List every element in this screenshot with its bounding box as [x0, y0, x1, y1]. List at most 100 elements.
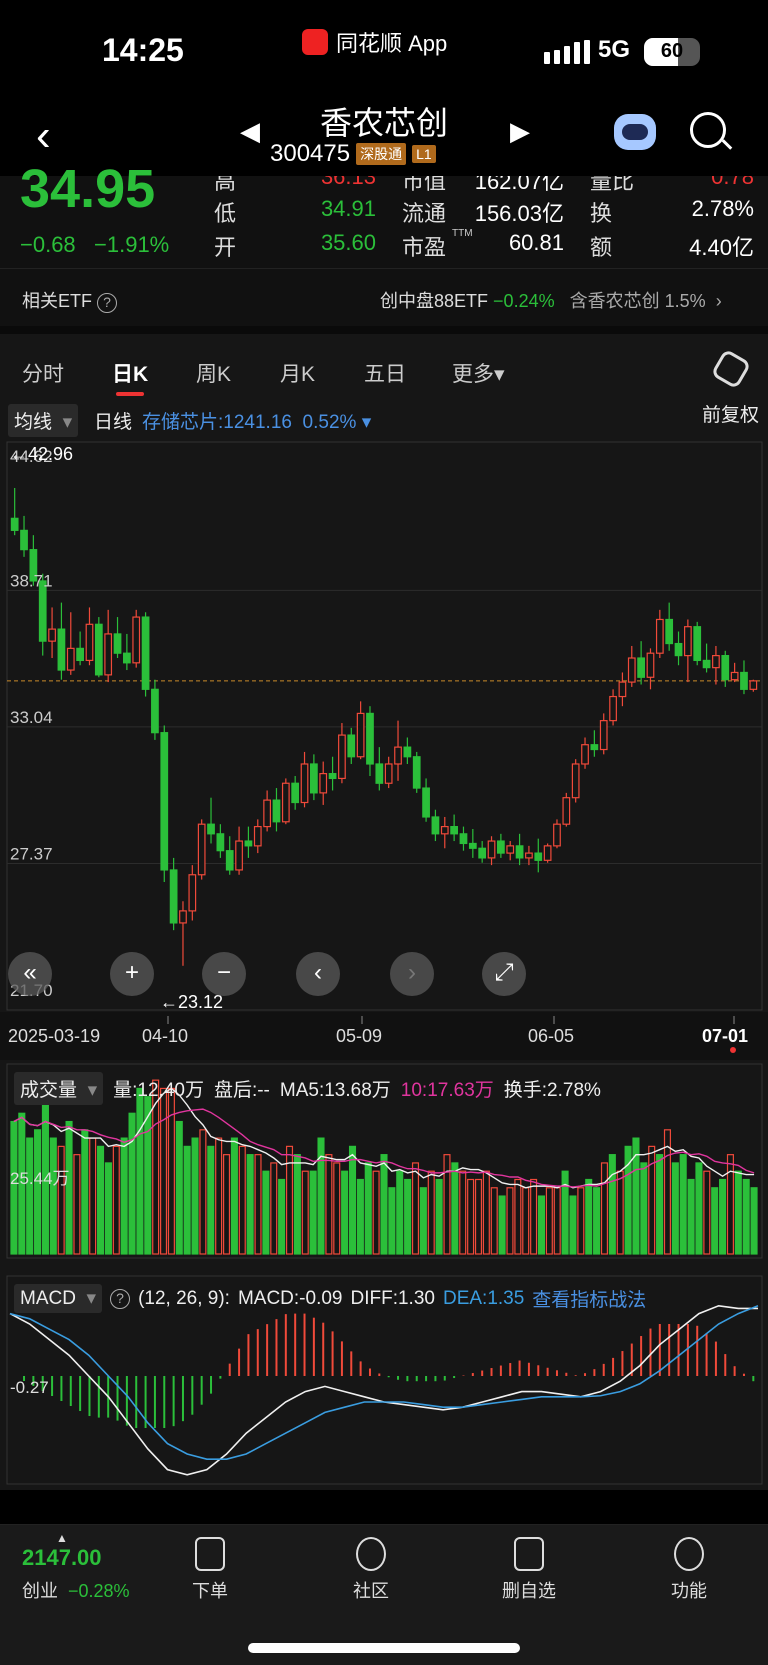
prev-stock-button[interactable]: ◀ [240, 116, 260, 147]
period-label: 日线 [94, 412, 133, 433]
candle-body [123, 652, 131, 664]
volume-bar [506, 1187, 514, 1255]
etf-info: 创中盘88ETF −0.24% 含香农芯创 1.5% › [380, 287, 722, 313]
candle-body [10, 517, 19, 531]
volume-bar [703, 1170, 711, 1255]
tab-five-day[interactable]: 五日 [364, 358, 406, 388]
info-icon[interactable]: ? [110, 1288, 131, 1309]
level-tag: L1 [412, 145, 436, 163]
function-button[interactable]: 功能 [644, 1537, 734, 1603]
remove-watchlist-button[interactable]: 删自选 [484, 1537, 574, 1603]
macd-indicator-select[interactable]: MACD ▾ [14, 1284, 103, 1313]
scroll-start-icon[interactable]: « [8, 952, 52, 996]
community-label: 社区 [353, 1581, 389, 1601]
volume-bar [293, 1154, 301, 1255]
scroll-left-icon[interactable]: ‹ [296, 952, 340, 996]
candle-body [76, 647, 84, 662]
candle-body [468, 842, 477, 849]
volume-bar [490, 1187, 498, 1255]
signal-icon [544, 40, 590, 64]
index-widget[interactable]: ▲ 2147.00 创业 −0.28% [22, 1531, 130, 1603]
volume-bar [278, 1178, 286, 1255]
tab-more[interactable]: 更多▾ [452, 358, 505, 388]
date-label: 05-09 [336, 1026, 382, 1046]
zoom-in-icon[interactable]: + [110, 952, 154, 996]
candle-body [618, 681, 627, 698]
volume-bar [191, 1137, 199, 1255]
etf-label: 相关ETF [22, 291, 92, 311]
zoom-out-icon[interactable]: − [202, 952, 246, 996]
candle-body [459, 833, 468, 845]
open-label: 开 [214, 235, 237, 260]
status-bar: 14:25 同花顺 App 5G 60 [0, 0, 768, 100]
volume-bar [726, 1154, 734, 1255]
low-label: 低 [214, 201, 237, 226]
candle-body [571, 763, 580, 799]
candle-body [721, 655, 730, 681]
indicator-strategy-link[interactable]: 查看指标战法 [532, 1285, 646, 1312]
ma-select[interactable]: 均线 ▾ [8, 404, 79, 437]
fullscreen-icon[interactable]: ⤢ [482, 952, 526, 996]
min-label: ←23.12 [160, 992, 223, 1012]
settings-hex-icon[interactable] [710, 348, 752, 390]
candle-body [20, 529, 28, 551]
community-button[interactable]: 社区 [326, 1537, 416, 1603]
tab-weekly-k[interactable]: 周K [196, 358, 231, 388]
volume-bar [679, 1154, 687, 1255]
candle-body [225, 850, 234, 871]
remove-watchlist-label: 删自选 [502, 1581, 556, 1601]
quote-panel: 34.95 −0.68 −1.91% 高 36.13 低 34.91 开 35.… [0, 159, 768, 268]
order-button[interactable]: 下单 [165, 1537, 255, 1603]
etf-label-row: 相关ETF ? [22, 287, 118, 313]
scroll-right-icon[interactable]: › [390, 952, 434, 996]
macd-header: MACD ▾ ? (12, 26, 9): MACD:-0.09 DIFF:1.… [14, 1284, 646, 1313]
volume-bar [616, 1170, 624, 1255]
sector-link[interactable]: 存储芯片:1241.16 0.52% ▾ [142, 407, 371, 434]
tab-daily-k[interactable]: 日K [112, 358, 148, 396]
volume-bar [333, 1162, 341, 1255]
pe-label: 市盈 [402, 235, 447, 260]
candle-body [328, 773, 337, 780]
float-value: 156.03亿 [474, 201, 564, 226]
period-tabs: 分时 日K 周K 月K 五日 更多▾ [0, 326, 768, 398]
tab-intraday[interactable]: 分时 [22, 358, 64, 388]
volume-bar [26, 1137, 34, 1255]
y-tick-label: 27.37 [10, 844, 53, 863]
candle-body [132, 616, 141, 664]
remove-icon [514, 1537, 544, 1571]
candle-body [497, 840, 505, 854]
price-change: −0.68 −1.91% [20, 232, 169, 258]
adjust-select[interactable]: 前复权 [702, 400, 759, 427]
etf-bar[interactable]: 相关ETF ? 创中盘88ETF −0.24% 含香农芯创 1.5% › [0, 268, 768, 326]
caret-down-icon: ▾ [361, 412, 372, 433]
next-stock-button[interactable]: ▶ [510, 116, 530, 147]
candle-body [207, 823, 215, 835]
volume-bar [734, 1170, 742, 1255]
search-icon[interactable] [690, 112, 726, 148]
volume-bar [530, 1178, 538, 1255]
candle-body [169, 869, 178, 924]
candle-body [263, 799, 271, 828]
volume-bar [309, 1170, 317, 1255]
info-icon[interactable]: ? [97, 293, 118, 313]
volume-bar [482, 1170, 490, 1255]
volume-bar [608, 1154, 616, 1255]
volume-bar [207, 1145, 215, 1255]
candle-body [553, 823, 561, 847]
candle-body [141, 616, 150, 690]
network-type: 5G [598, 36, 631, 63]
candle-body [543, 845, 552, 861]
candle-body [534, 852, 543, 861]
volume-bar [372, 1170, 380, 1255]
status-time: 14:25 [102, 32, 184, 68]
chart-area[interactable]: 44.6238.7133.0427.3721.70 ←42.96 ←23.12 … [0, 438, 768, 1490]
macd-params: (12, 26, 9): [138, 1287, 230, 1309]
volume-bar [301, 1170, 309, 1255]
volume-bar [404, 1178, 412, 1255]
volume-bar [160, 1087, 168, 1255]
volume-bar [136, 1087, 144, 1255]
assistant-robot-icon[interactable] [614, 114, 656, 150]
tab-monthly-k[interactable]: 月K [280, 358, 315, 388]
candle-body [712, 655, 720, 669]
volume-indicator-select[interactable]: 成交量 ▾ [14, 1072, 104, 1105]
